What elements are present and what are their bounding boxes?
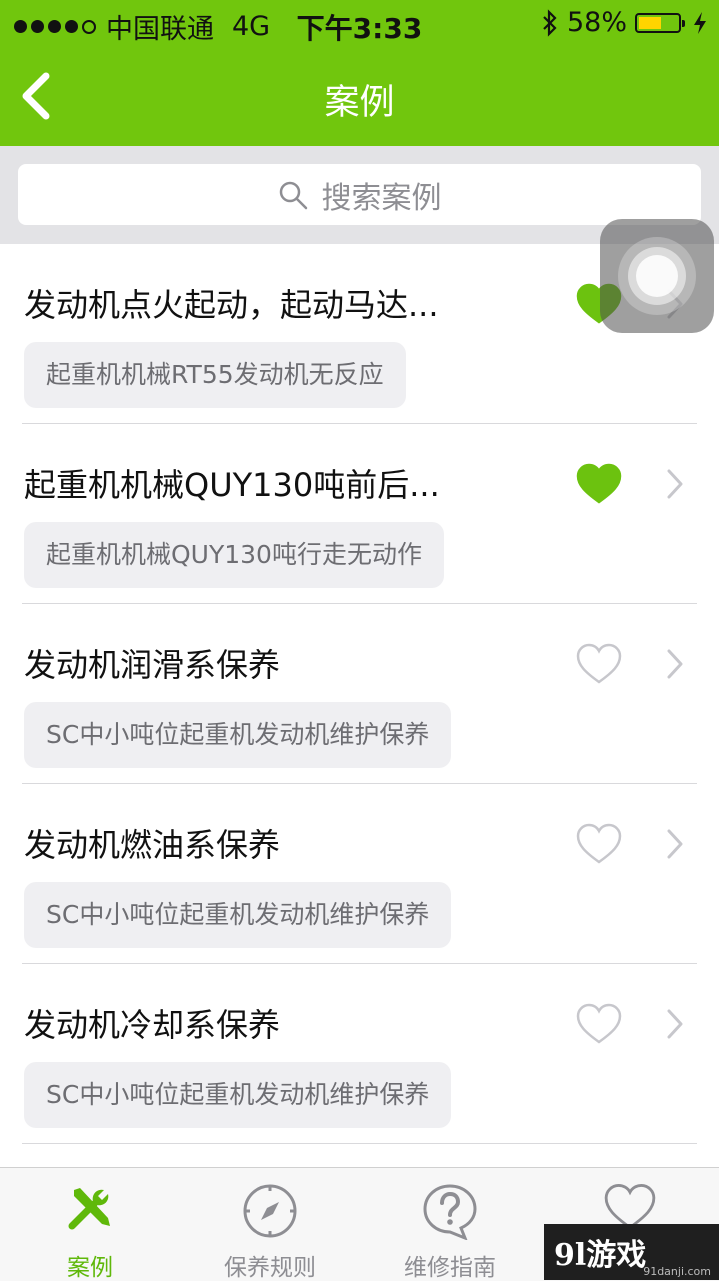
charging-icon bbox=[694, 11, 706, 34]
chevron-right-icon bbox=[667, 469, 683, 499]
search-placeholder: 搜索案例 bbox=[321, 180, 442, 216]
case-title: 发动机冷却系保养 bbox=[24, 1006, 281, 1044]
heart-outline-icon[interactable] bbox=[575, 822, 623, 866]
case-title: 发动机燃油系保养 bbox=[24, 826, 281, 864]
page-title: 案例 bbox=[324, 83, 395, 123]
assistive-touch-button[interactable] bbox=[600, 219, 714, 333]
watermark-logo: 9l游戏 91danji.com bbox=[544, 1224, 719, 1280]
tab-cases-label: 案例 bbox=[67, 1255, 113, 1281]
case-tag: 起重机机械RT55发动机无反应 bbox=[24, 342, 406, 408]
chevron-right-icon bbox=[667, 1009, 683, 1039]
chevron-right-icon bbox=[667, 829, 683, 859]
case-list-item[interactable]: 发动机燃油系保养 SC中小吨位起重机发动机维护保养 bbox=[0, 784, 719, 964]
top-bar: 中国联通 4G 下午3:33 58% 案例 bbox=[0, 0, 719, 146]
question-bubble-icon bbox=[423, 1184, 477, 1240]
case-list-item[interactable]: 发动机润滑系保养 SC中小吨位起重机发动机维护保养 bbox=[0, 604, 719, 784]
battery-icon bbox=[635, 12, 685, 33]
heart-outline-icon[interactable] bbox=[575, 642, 623, 686]
tools-icon bbox=[68, 1188, 110, 1230]
search-input[interactable]: 搜索案例 bbox=[18, 164, 701, 225]
case-tag: SC中小吨位起重机发动机维护保养 bbox=[24, 702, 452, 768]
divider bbox=[22, 1143, 697, 1144]
nav-bar: 案例 bbox=[0, 48, 719, 146]
battery-percent: 58% bbox=[566, 7, 627, 38]
case-tag: SC中小吨位起重机发动机维护保养 bbox=[24, 882, 452, 948]
tab-maintenance-rules[interactable]: 保养规则 bbox=[180, 1168, 360, 1281]
heart-outline-icon[interactable] bbox=[575, 1002, 623, 1046]
case-title: 起重机机械QUY130吨前后... bbox=[24, 466, 440, 504]
search-icon bbox=[279, 181, 307, 209]
case-list-item[interactable]: 发动机冷却系保养 SC中小吨位起重机发动机维护保养 bbox=[0, 964, 719, 1144]
bluetooth-icon bbox=[543, 8, 557, 37]
tab-repair-guide[interactable]: 维修指南 bbox=[360, 1168, 540, 1281]
tab-maintenance-rules-label: 保养规则 bbox=[224, 1255, 316, 1281]
status-bar: 中国联通 4G 下午3:33 58% bbox=[0, 0, 719, 48]
tab-cases[interactable]: 案例 bbox=[0, 1168, 180, 1281]
case-title: 发动机润滑系保养 bbox=[24, 646, 281, 684]
compass-icon bbox=[243, 1184, 297, 1238]
heart-filled-icon[interactable] bbox=[575, 462, 623, 506]
case-list-item[interactable]: 起重机机械QUY130吨前后... 起重机机械QUY130吨行走无动作 bbox=[0, 424, 719, 604]
case-title: 发动机点火起动，起动马达... bbox=[24, 286, 439, 324]
case-list: 发动机点火起动，起动马达... 起重机机械RT55发动机无反应 起重机机械QUY13… bbox=[0, 244, 719, 1144]
tab-repair-guide-label: 维修指南 bbox=[404, 1255, 496, 1281]
case-tag: SC中小吨位起重机发动机维护保养 bbox=[24, 1062, 452, 1128]
chevron-right-icon bbox=[667, 649, 683, 679]
case-tag: 起重机机械QUY130吨行走无动作 bbox=[24, 522, 444, 588]
